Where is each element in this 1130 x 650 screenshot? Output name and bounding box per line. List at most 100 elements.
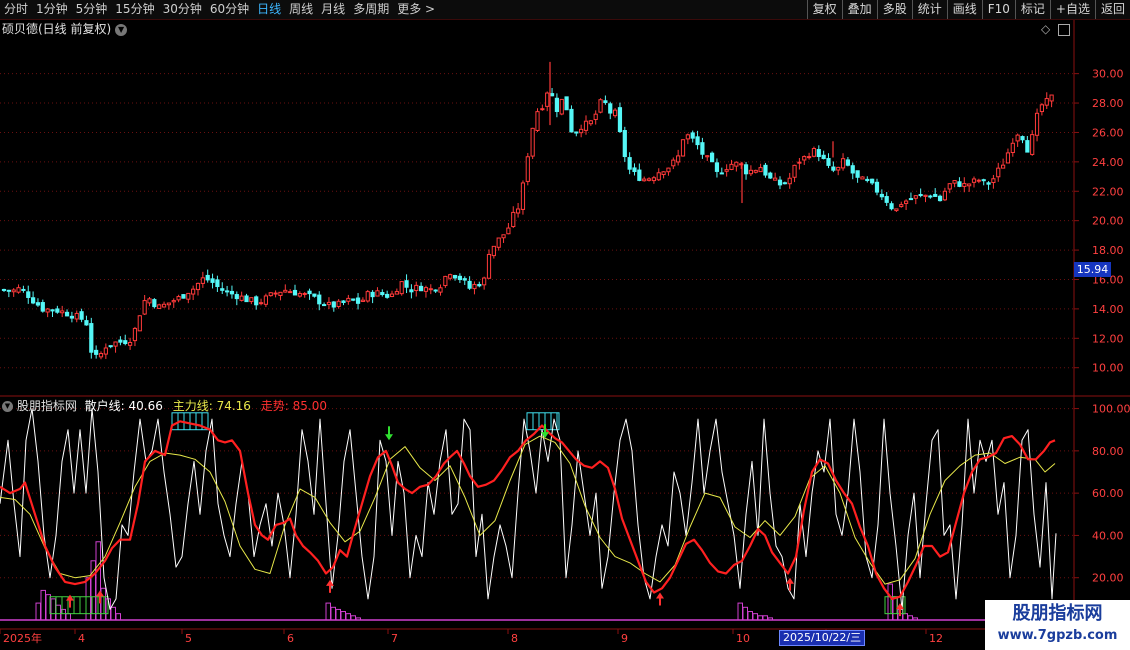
retail-bar — [355, 617, 361, 621]
retail-bar — [335, 608, 341, 621]
candle-body — [239, 295, 244, 301]
candle-body — [831, 166, 836, 171]
price-tick-label: 12.00 — [1092, 332, 1124, 345]
candle-body — [719, 172, 724, 175]
current-price-tag: 15.94 — [1074, 262, 1111, 277]
candle-body — [186, 292, 191, 300]
gear-icon[interactable]: ▼ — [2, 401, 13, 412]
period-9[interactable]: 多周期 — [349, 0, 393, 19]
candle-body — [845, 159, 850, 166]
panel-toggle-icon[interactable] — [1058, 23, 1071, 36]
chevron-down-icon[interactable]: ▼ — [115, 23, 128, 36]
candle-body — [385, 293, 390, 298]
candle-body — [879, 193, 884, 198]
candle-body — [734, 161, 739, 167]
period-7[interactable]: 周线 — [285, 0, 317, 19]
candle-body — [322, 304, 327, 307]
candle-body — [205, 274, 210, 281]
candle-body — [157, 304, 162, 309]
candle-body — [448, 274, 453, 279]
period-0[interactable]: 分时 — [0, 0, 32, 19]
candle-body — [375, 290, 380, 297]
action-0[interactable]: 复权 — [806, 0, 842, 19]
price-tick-label: 18.00 — [1092, 244, 1124, 257]
period-6[interactable]: 日线 — [253, 0, 285, 19]
candle-body — [904, 200, 909, 204]
candle-body — [821, 154, 826, 160]
candle-body — [680, 139, 686, 157]
candle-body — [947, 183, 952, 190]
candle-body — [666, 167, 671, 173]
candle-body — [807, 156, 812, 159]
action-6[interactable]: 标记 — [1014, 0, 1050, 19]
candle-body — [637, 169, 642, 181]
retail-bar — [35, 602, 41, 621]
action-7[interactable]: +自选 — [1049, 0, 1095, 19]
period-5[interactable]: 60分钟 — [206, 0, 253, 19]
main-line-value: 主力线: 74.16 — [172, 399, 251, 413]
candle-body — [617, 107, 623, 133]
candle-body — [646, 178, 652, 181]
retail-bar — [330, 606, 336, 621]
candle-body — [142, 300, 147, 315]
action-2[interactable]: 多股 — [876, 0, 912, 19]
candle-body — [40, 302, 45, 312]
candle-body — [225, 290, 230, 293]
period-3[interactable]: 15分钟 — [111, 0, 158, 19]
candle-body — [579, 128, 584, 134]
action-5[interactable]: F10 — [981, 0, 1015, 19]
candle-body — [894, 208, 899, 212]
candle-body — [433, 289, 438, 292]
period-2[interactable]: 5分钟 — [72, 0, 112, 19]
candle-body — [574, 131, 579, 134]
period-8[interactable]: 月线 — [317, 0, 349, 19]
candle-body — [690, 132, 695, 139]
diamond-icon[interactable]: ◇ — [1041, 22, 1050, 36]
candle-body — [700, 142, 705, 155]
candle-body — [191, 288, 196, 295]
candle-body — [297, 293, 302, 297]
retail-bar — [742, 606, 748, 621]
candle-body — [200, 277, 205, 284]
candle-body — [986, 182, 991, 185]
action-1[interactable]: 叠加 — [841, 0, 877, 19]
action-4[interactable]: 画线 — [946, 0, 982, 19]
action-8[interactable]: 返回 — [1094, 0, 1130, 19]
candle-body — [254, 296, 259, 306]
retail-bar — [752, 613, 758, 621]
retail-bar — [65, 613, 71, 621]
period-10[interactable]: 更多 > — [393, 0, 439, 19]
candle-body — [656, 172, 661, 181]
panel-controls: ◇ — [1041, 21, 1071, 37]
candle-body — [642, 178, 647, 182]
candle-body — [773, 177, 778, 181]
candle-body — [258, 302, 264, 305]
candle-body — [816, 149, 821, 157]
candle-body — [35, 302, 41, 306]
trend-line-value: 走势: 85.00 — [260, 399, 327, 413]
candle-body — [152, 299, 157, 308]
candle-body — [671, 159, 676, 167]
candle-body — [370, 291, 375, 298]
candle-body — [263, 295, 268, 305]
candle-body — [685, 134, 690, 140]
down-arrow-icon — [385, 434, 393, 441]
up-arrow-icon — [96, 590, 104, 597]
candle-body — [962, 183, 967, 187]
candle-body — [1025, 140, 1030, 153]
candle-body — [166, 302, 172, 306]
price-tick-label: 28.00 — [1092, 97, 1124, 110]
action-bar: 复权 叠加 多股 统计 画线 F10 标记 +自选 返回 — [806, 0, 1130, 19]
candle-body — [360, 299, 365, 302]
candle-body — [593, 113, 598, 120]
candle-body — [913, 195, 918, 199]
candle-body — [748, 169, 753, 175]
period-4[interactable]: 30分钟 — [159, 0, 206, 19]
action-3[interactable]: 统计 — [911, 0, 947, 19]
candle-body — [467, 280, 472, 289]
candle-body — [724, 169, 729, 172]
candle-body — [128, 341, 133, 346]
candle-body — [74, 312, 79, 320]
candle-body — [967, 183, 972, 187]
period-1[interactable]: 1分钟 — [32, 0, 72, 19]
